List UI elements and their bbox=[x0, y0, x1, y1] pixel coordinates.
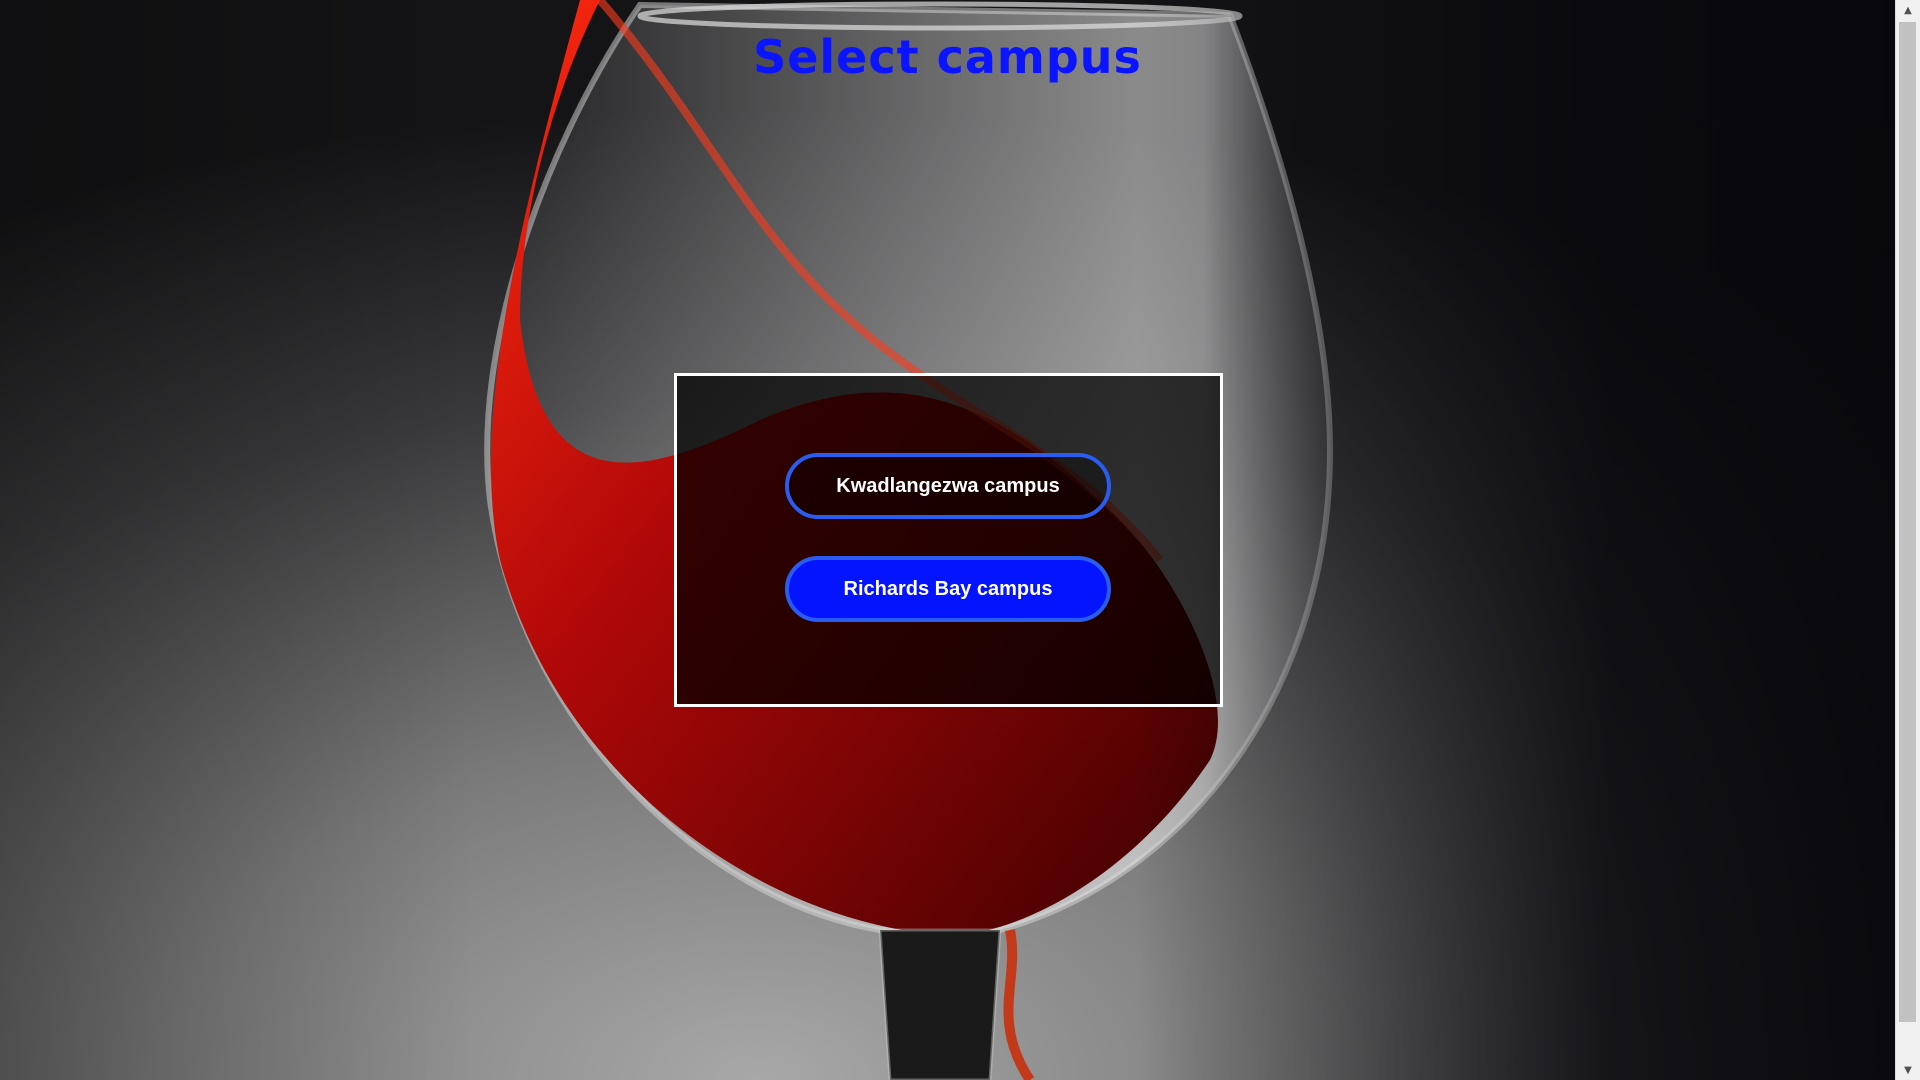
kwadlangezwa-campus-button[interactable]: Kwadlangezwa campus bbox=[785, 453, 1111, 519]
scrollbar-thumb[interactable] bbox=[1899, 22, 1916, 1022]
page-viewport: Select campus Kwadlangezwa campus Richar… bbox=[0, 0, 1895, 1080]
scroll-down-arrow-icon[interactable]: ▼ bbox=[1896, 1060, 1920, 1080]
page-title: Select campus bbox=[753, 30, 1142, 84]
scroll-up-arrow-icon[interactable]: ▲ bbox=[1896, 0, 1920, 20]
richards-bay-campus-button[interactable]: Richards Bay campus bbox=[785, 556, 1111, 622]
vertical-scrollbar[interactable]: ▲ ▼ bbox=[1895, 0, 1920, 1080]
campus-selection-panel: Kwadlangezwa campus Richards Bay campus bbox=[674, 373, 1223, 707]
